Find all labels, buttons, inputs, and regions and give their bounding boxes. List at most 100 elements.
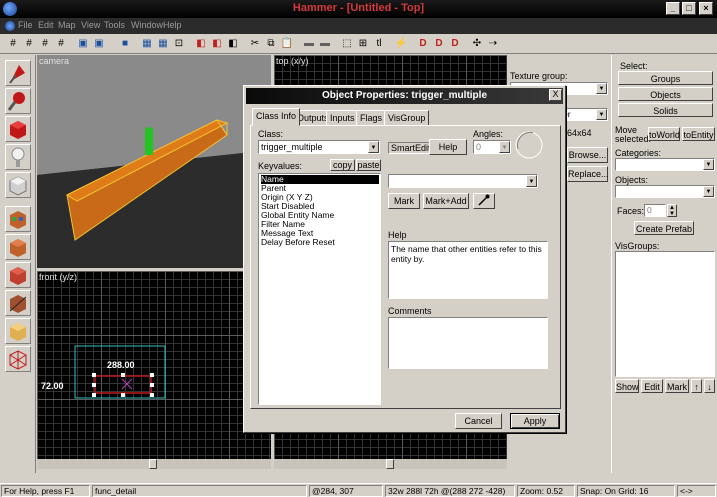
side-hscroll[interactable]	[274, 459, 507, 469]
cancel-button[interactable]: Cancel	[455, 413, 502, 429]
tab-visgroup[interactable]: VisGroup	[384, 110, 430, 126]
help-button[interactable]: Help	[429, 139, 467, 155]
unhide-icon[interactable]: ▦	[156, 37, 170, 51]
doc-icon[interactable]	[5, 21, 15, 31]
value-combo[interactable]: ▼	[388, 174, 538, 188]
visgroups-list[interactable]	[615, 251, 715, 377]
vertex-tool-icon[interactable]	[5, 318, 31, 344]
angles-combo[interactable]: 0 ▼	[473, 140, 511, 154]
menu-edit[interactable]: Edit	[38, 20, 54, 30]
group-icon[interactable]: ▣	[92, 37, 106, 51]
entity-tool-icon[interactable]: ⇢	[486, 37, 500, 51]
brush-2-icon[interactable]: ◧	[210, 37, 224, 51]
mark-button[interactable]: Mark	[665, 379, 689, 393]
status-cursor: @284, 307	[309, 485, 383, 497]
objects-button[interactable]: Objects	[618, 87, 713, 101]
menu-map[interactable]: Map	[58, 20, 76, 30]
copy-icon[interactable]: ⧉	[264, 37, 278, 51]
select-icon[interactable]: ▬	[318, 37, 332, 51]
texture-lock-icon[interactable]: ■	[118, 37, 132, 51]
decal-tool-icon[interactable]	[5, 262, 31, 288]
vertex-icon[interactable]: ⊞	[356, 37, 370, 51]
class-combo[interactable]: trigger_multiple ▼	[258, 140, 380, 154]
angles-label: Angles:	[473, 129, 504, 139]
block-tool-icon[interactable]	[5, 172, 31, 198]
tl-icon[interactable]: tl	[372, 37, 386, 51]
selection-tool-icon[interactable]	[5, 60, 31, 86]
angle-dial-icon[interactable]	[513, 129, 545, 161]
mark-add-button[interactable]: Mark+Add	[423, 193, 469, 209]
autoselect-icon[interactable]: ▬	[302, 37, 316, 51]
carve-icon[interactable]: ▣	[76, 37, 90, 51]
grid-toggle-icon[interactable]: #	[6, 37, 20, 51]
menu-window[interactable]: Window	[131, 20, 163, 30]
cordon-icon[interactable]: ⊡	[172, 37, 186, 51]
grid-3d-icon[interactable]: #	[22, 37, 36, 51]
dialog-close-button[interactable]: X	[549, 89, 562, 101]
brush-icon[interactable]: ◧	[194, 37, 208, 51]
selection-box-icon[interactable]: ⬚	[340, 37, 354, 51]
hide-icon[interactable]: ▦	[140, 37, 154, 51]
magnify-tool-icon[interactable]	[5, 88, 31, 114]
texture-size-label: 64x64	[567, 128, 592, 138]
minimize-button[interactable]: _	[666, 2, 680, 15]
camera-tool-icon[interactable]: ✣	[470, 37, 484, 51]
eyedropper-icon[interactable]	[473, 193, 495, 209]
brush-3-icon[interactable]: ◧	[226, 37, 240, 51]
check-map-icon[interactable]: D	[448, 37, 462, 51]
main-toolbar: # # # # ▣ ▣ ■ ▦ ▦ ⊡ ◧ ◧ ◧ ✂ ⧉ 📋 ▬ ▬ ⬚ ⊞ …	[0, 34, 717, 54]
keyvalue-mark-button[interactable]: Mark	[388, 193, 420, 209]
run-map-icon[interactable]: D	[416, 37, 430, 51]
move-up-button[interactable]: ↑	[691, 379, 702, 393]
apply-texture-icon[interactable]	[5, 234, 31, 260]
texture-tool-icon[interactable]	[5, 206, 31, 232]
menu-file[interactable]: File	[18, 20, 33, 30]
copy-button[interactable]: copy	[330, 159, 355, 171]
create-prefab-button[interactable]: Create Prefab	[634, 221, 694, 235]
path-tool-icon[interactable]	[5, 346, 31, 372]
camera-tool-strip-icon[interactable]	[5, 116, 31, 142]
faces-input[interactable]: 0	[644, 204, 666, 217]
apply-button[interactable]: Apply	[510, 413, 560, 429]
front-hscroll[interactable]	[37, 459, 271, 469]
show-button[interactable]: Show	[615, 379, 639, 393]
faces-spinner[interactable]: ▲ ▼	[667, 204, 677, 217]
tab-inputs[interactable]: Inputs	[326, 110, 359, 126]
categories-combo[interactable]: ▼	[615, 158, 715, 171]
class-info-page: Class: trigger_multiple ▼ SmartEdit Help …	[250, 125, 561, 409]
smartedit-toggle[interactable]: SmartEdit	[388, 142, 434, 154]
cut-icon[interactable]: ✂	[248, 37, 262, 51]
run-map-2-icon[interactable]: D	[432, 37, 446, 51]
to-entity-button[interactable]: toEntity	[682, 127, 715, 141]
faces-label: Faces:	[617, 206, 645, 216]
clip-tool-icon[interactable]	[5, 290, 31, 316]
comments-field[interactable]	[388, 317, 548, 369]
menu-view[interactable]: View	[81, 20, 100, 30]
keyvalue-delay-before-reset[interactable]: Delay Before Reset	[261, 238, 379, 247]
edit-button[interactable]: Edit	[641, 379, 663, 393]
front-viewport[interactable]: front (y/z) 288.00 72.00	[37, 271, 271, 469]
side-hscroll-thumb[interactable]	[386, 459, 394, 469]
solids-button[interactable]: Solids	[618, 103, 713, 117]
menu-help[interactable]: Help	[163, 20, 182, 30]
maximize-button[interactable]: □	[682, 2, 696, 15]
paste-button[interactable]: paste	[356, 159, 381, 171]
to-world-button[interactable]: toWorld	[648, 127, 680, 141]
browse-button[interactable]: Browse...	[567, 147, 608, 163]
camera-viewport[interactable]: camera	[37, 55, 271, 268]
paste-icon[interactable]: 📋	[280, 37, 294, 51]
wand-icon[interactable]: ⚡	[394, 37, 408, 51]
keyvalues-list[interactable]: Name Parent Origin (X Y Z) Start Disable…	[258, 173, 381, 405]
tab-flags[interactable]: Flags	[356, 110, 387, 126]
entity-tool-strip-icon[interactable]	[5, 144, 31, 170]
tab-class-info[interactable]: Class Info	[252, 108, 301, 126]
groups-button[interactable]: Groups	[618, 71, 713, 85]
grid-dots-icon[interactable]: #	[38, 37, 52, 51]
close-button[interactable]: ×	[699, 2, 713, 15]
front-hscroll-thumb[interactable]	[149, 459, 157, 469]
grid-snap-icon[interactable]: #	[54, 37, 68, 51]
replace-button[interactable]: Replace...	[567, 166, 609, 182]
menu-tools[interactable]: Tools	[104, 20, 125, 30]
move-down-button[interactable]: ↓	[704, 379, 715, 393]
objects-combo[interactable]: ▼	[615, 185, 715, 198]
